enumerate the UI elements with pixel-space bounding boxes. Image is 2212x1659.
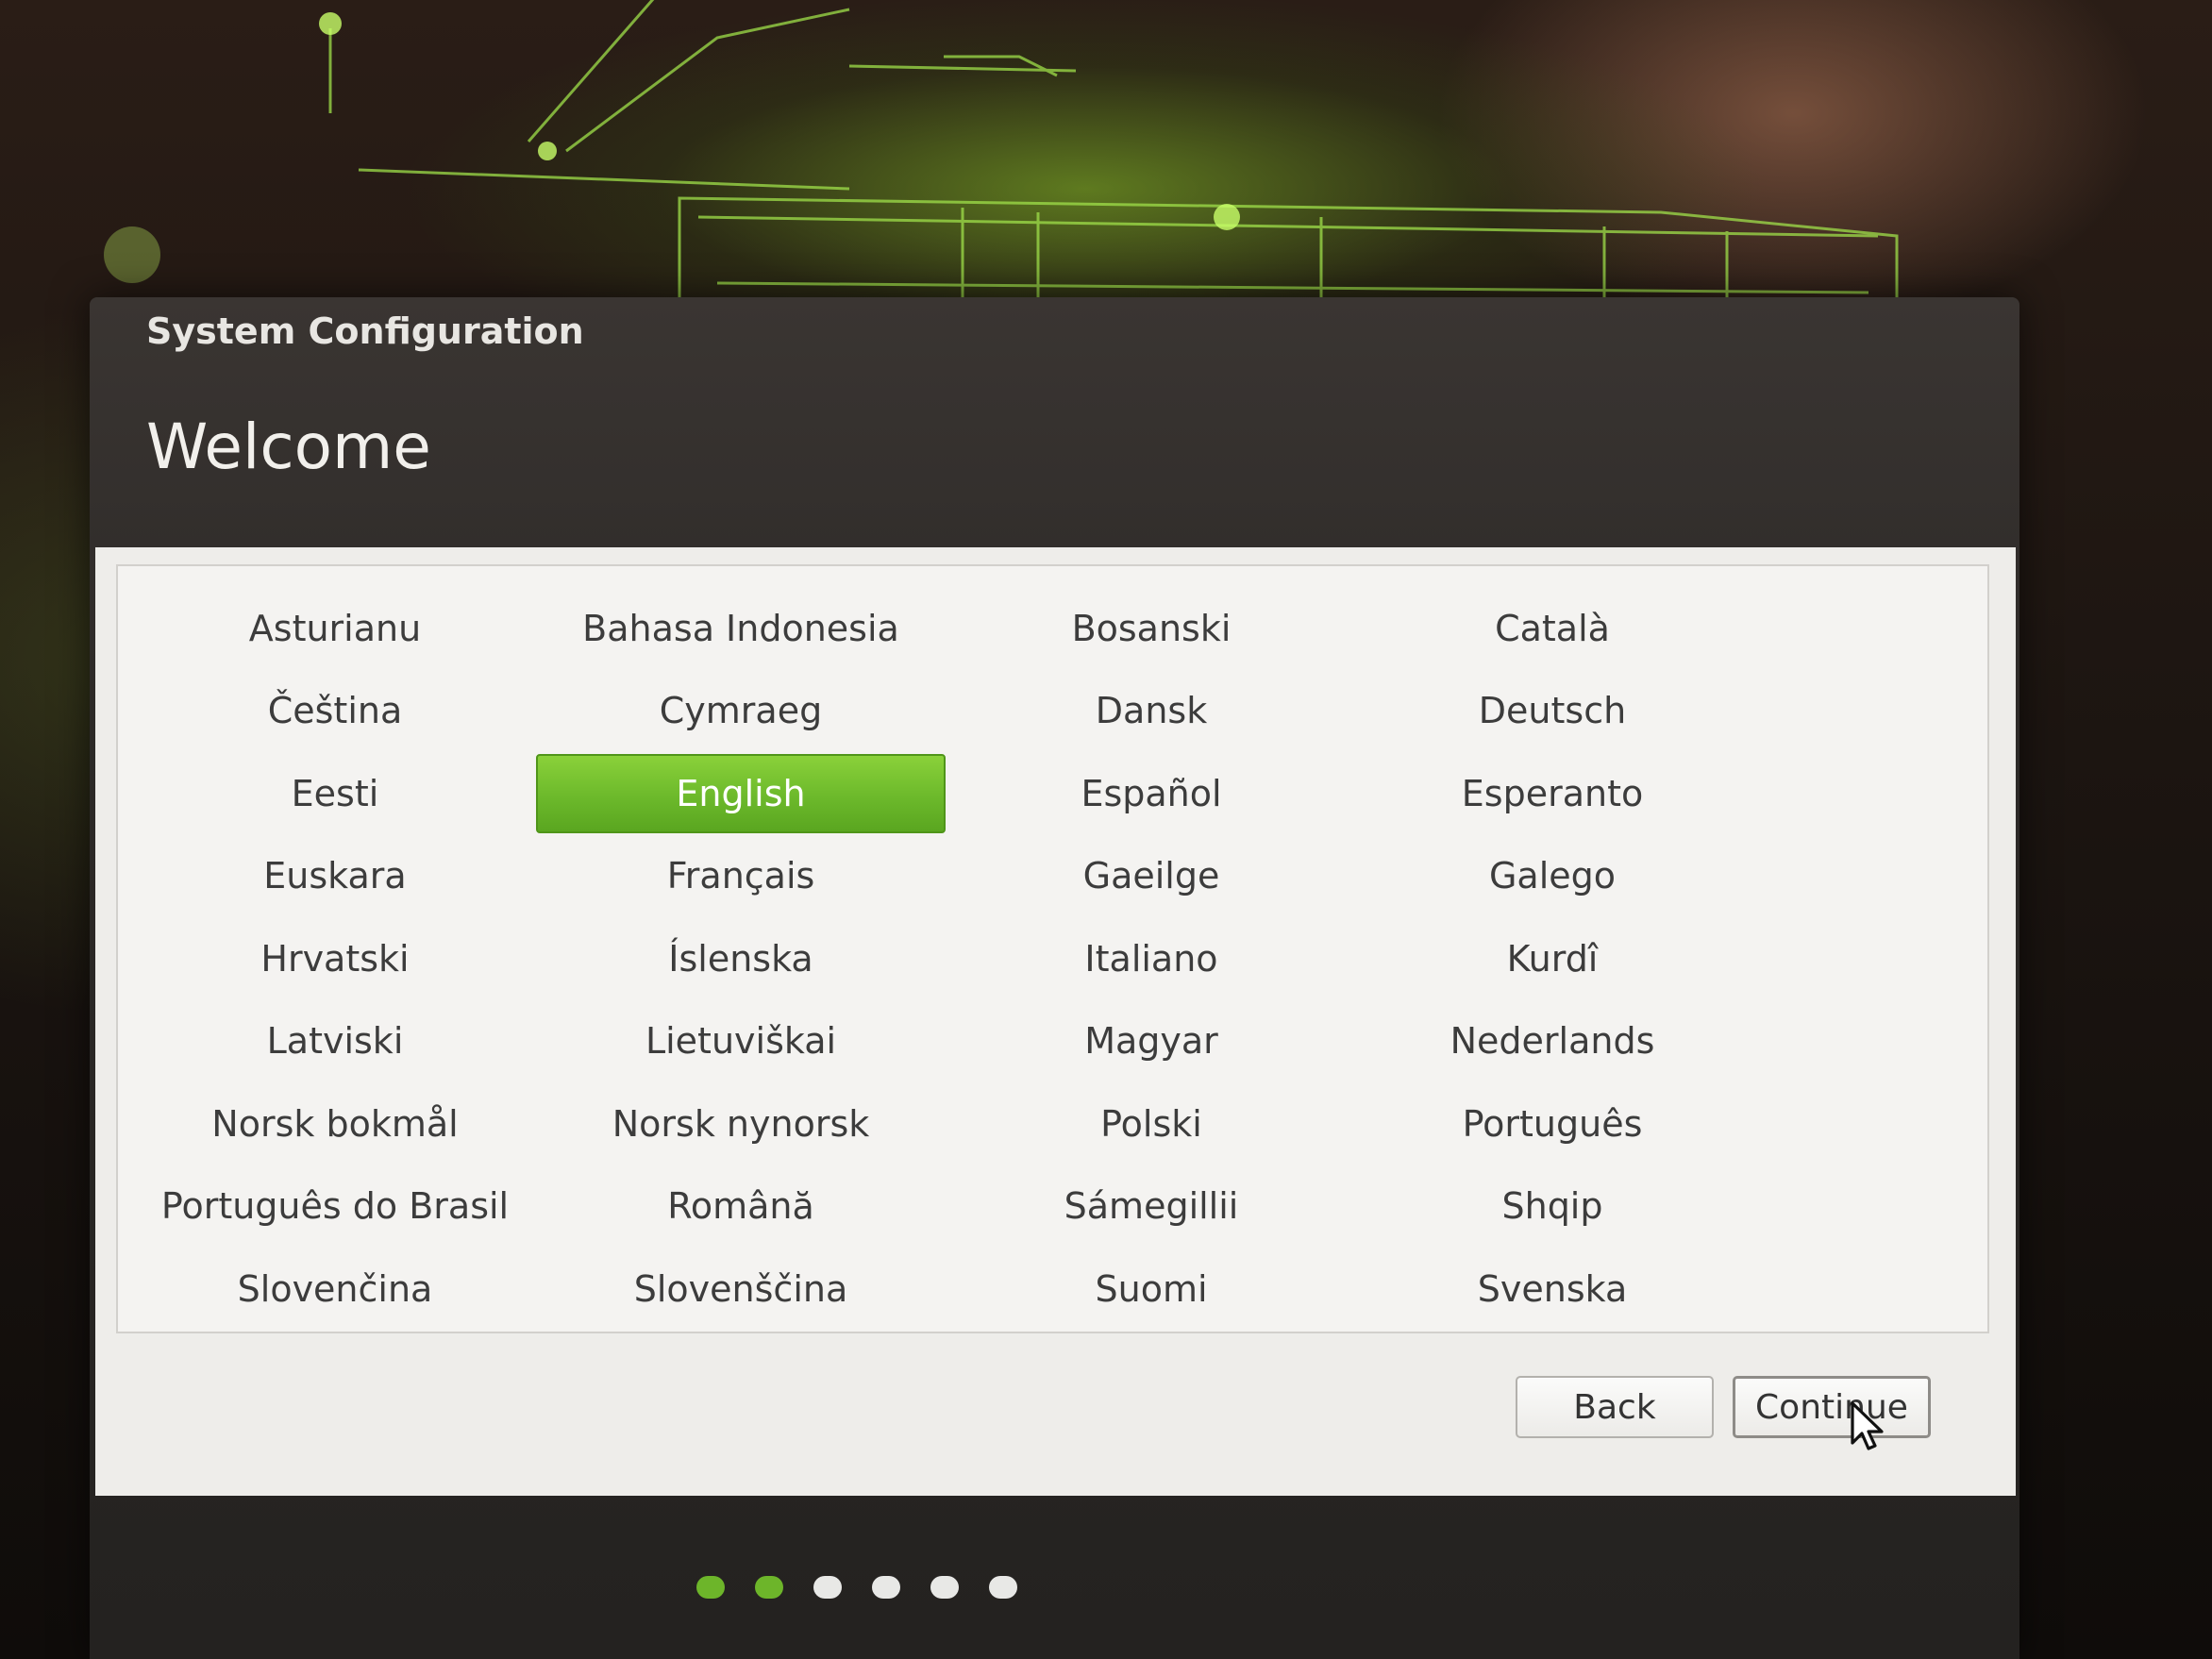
language-option[interactable]: English [533, 752, 948, 835]
language-option[interactable]: Slovenčina [137, 1248, 533, 1331]
language-option[interactable]: Català [1354, 587, 1751, 670]
language-option[interactable]: Suomi [948, 1248, 1354, 1331]
language-option-label: Shqip [1501, 1185, 1603, 1228]
language-option-label: Bosanski [1071, 607, 1232, 649]
language-option[interactable]: Português [1354, 1082, 1751, 1165]
language-option-label: Suomi [1095, 1267, 1208, 1310]
dialog-title: System Configuration [146, 310, 584, 352]
progress-step-dot [754, 1576, 783, 1599]
dialog-content: Asturianu Bahasa Indonesia Bosanski Català Č… [95, 547, 2016, 1496]
language-option[interactable]: Íslenska [533, 917, 948, 1000]
language-option[interactable]: Polski [948, 1082, 1354, 1165]
language-option-label: Hrvatski [260, 937, 410, 980]
language-option[interactable]: Bahasa Indonesia [533, 587, 948, 670]
language-option[interactable]: Shqip [1354, 1165, 1751, 1248]
language-option[interactable]: Norsk bokmål [137, 1082, 533, 1165]
progress-step-dot [871, 1576, 900, 1599]
language-option[interactable]: Magyar [948, 1000, 1354, 1083]
language-option[interactable]: Kurdî [1354, 917, 1751, 1000]
language-option[interactable]: Čeština [137, 670, 533, 753]
language-option[interactable]: Asturianu [137, 587, 533, 670]
language-option-label: Polski [1100, 1102, 1202, 1145]
language-option[interactable]: Norsk nynorsk [533, 1082, 948, 1165]
language-option-label: Bahasa Indonesia [582, 607, 899, 649]
language-option-label: Svenska [1477, 1267, 1628, 1310]
language-option[interactable]: Esperanto [1354, 752, 1751, 835]
language-option-label: Slovenščina [633, 1267, 848, 1310]
system-configuration-dialog: System Configuration Welcome Asturianu Ba… [90, 297, 2019, 1659]
language-option-label: Íslenska [668, 937, 813, 980]
page-heading: Welcome [146, 411, 431, 483]
language-option-label: Latviski [266, 1020, 404, 1063]
language-option[interactable]: Gaeilge [948, 835, 1354, 918]
language-option-label: Euskara [263, 855, 407, 897]
language-option-label: Čeština [267, 690, 403, 732]
language-option[interactable]: Cymraeg [533, 670, 948, 753]
language-option-label: Lietuviškai [645, 1020, 837, 1063]
progress-step-dot [695, 1576, 725, 1599]
language-list: Asturianu Bahasa Indonesia Bosanski Català Č… [116, 564, 1989, 1333]
setup-progress-indicator [90, 1576, 2019, 1599]
language-option-label: Português [1462, 1102, 1643, 1145]
language-option-label: Sámegillii [1064, 1185, 1239, 1228]
language-option[interactable]: Italiano [948, 917, 1354, 1000]
language-option-label: Gaeilge [1082, 855, 1220, 897]
language-option-label: English [536, 753, 946, 833]
language-option-label: Asturianu [248, 607, 422, 649]
language-option[interactable]: Français [533, 835, 948, 918]
language-option-label: Español [1081, 772, 1222, 814]
language-option[interactable]: Hrvatski [137, 917, 533, 1000]
language-option[interactable]: Lietuviškai [533, 1000, 948, 1083]
language-option[interactable]: Deutsch [1354, 670, 1751, 753]
language-option-label: Eesti [291, 772, 379, 814]
language-option[interactable]: Euskara [137, 835, 533, 918]
language-option-label: Slovenčina [237, 1267, 433, 1310]
language-grid: Asturianu Bahasa Indonesia Bosanski Català Č… [137, 587, 1751, 1331]
language-option-label: Français [666, 855, 815, 897]
language-option[interactable]: Eesti [137, 752, 533, 835]
language-option-label: Română [667, 1185, 814, 1228]
language-option[interactable]: Español [948, 752, 1354, 835]
language-option-label: Magyar [1084, 1020, 1218, 1063]
language-option-label: Norsk nynorsk [612, 1102, 870, 1145]
language-option[interactable]: Galego [1354, 835, 1751, 918]
language-option[interactable]: Bosanski [948, 587, 1354, 670]
language-option[interactable]: Nederlands [1354, 1000, 1751, 1083]
language-option[interactable]: Português do Brasil [137, 1165, 533, 1248]
back-button[interactable]: Back [1516, 1376, 1714, 1438]
language-option-label: Nederlands [1450, 1020, 1655, 1063]
continue-button[interactable]: Continue [1733, 1376, 1931, 1438]
language-option[interactable]: Sámegillii [948, 1165, 1354, 1248]
progress-step-dot [988, 1576, 1017, 1599]
language-option[interactable]: Svenska [1354, 1248, 1751, 1331]
language-option[interactable]: Română [533, 1165, 948, 1248]
language-option-label: Galego [1488, 855, 1617, 897]
mouse-pointer-icon [1851, 1401, 1884, 1450]
language-option-label: Deutsch [1478, 690, 1627, 732]
language-option-label: Dansk [1095, 690, 1208, 732]
language-option-label: Kurdî [1506, 937, 1599, 980]
language-option-label: Português do Brasil [160, 1185, 510, 1228]
language-option-label: Italiano [1084, 937, 1218, 980]
language-option-label: Cymraeg [659, 690, 823, 732]
language-option[interactable]: Dansk [948, 670, 1354, 753]
language-option[interactable]: Latviski [137, 1000, 533, 1083]
language-option-label: Esperanto [1461, 772, 1644, 814]
progress-step-dot [930, 1576, 959, 1599]
progress-step-dot [813, 1576, 842, 1599]
language-option-label: Català [1495, 607, 1610, 649]
language-option-label: Norsk bokmål [211, 1102, 459, 1145]
language-option[interactable]: Slovenščina [533, 1248, 948, 1331]
